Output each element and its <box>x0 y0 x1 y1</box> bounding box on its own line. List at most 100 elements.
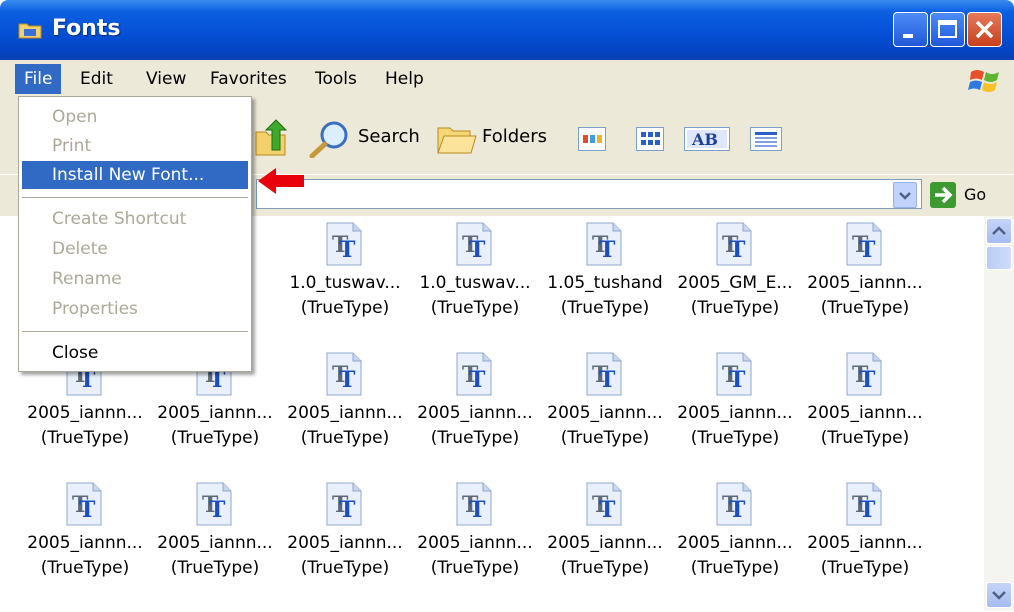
file-name: 2005_iannn... <box>287 403 403 423</box>
maximize-icon <box>938 20 957 38</box>
font-glyph: T <box>469 367 486 393</box>
file-item[interactable]: T T 2005_iannn... (TrueType) <box>670 476 800 602</box>
scroll-up-button[interactable] <box>986 218 1012 244</box>
menu-view[interactable]: View <box>137 64 195 94</box>
truetype-font-icon: TT <box>716 352 752 396</box>
go-arrow-icon <box>930 182 956 208</box>
menu-file[interactable]: File <box>15 64 62 94</box>
file-type: (TrueType) <box>300 558 390 578</box>
view-fonts-by-similarity-button[interactable]: AB <box>684 127 730 151</box>
menu-item-print[interactable]: Print <box>22 132 248 160</box>
menu-bar: File Edit View Favorites Tools Help <box>0 60 1014 101</box>
file-name: 2005_iannn... <box>157 533 273 553</box>
go-label: Go <box>964 185 987 204</box>
menu-tools[interactable]: Tools <box>306 64 366 94</box>
menu-favorites[interactable]: Favorites <box>201 64 296 94</box>
truetype-font-icon: TT <box>586 222 622 266</box>
file-item[interactable]: T T 2005_GM_E... (TrueType) <box>670 216 800 342</box>
file-item[interactable]: T T 2005_iannn... (TrueType) <box>800 476 930 602</box>
font-glyph: T <box>599 367 616 393</box>
vertical-scrollbar[interactable] <box>984 216 1014 610</box>
menu-item-rename[interactable]: Rename <box>22 265 248 293</box>
file-item[interactable]: T T 2005_iannn... (TrueType) <box>410 346 540 472</box>
scroll-thumb[interactable] <box>986 246 1012 270</box>
menu-item-delete[interactable]: Delete <box>22 235 248 263</box>
folders-icon <box>437 127 477 154</box>
font-glyph: T <box>339 367 356 393</box>
menu-item-open[interactable]: Open <box>22 103 248 131</box>
maximize-button[interactable] <box>930 12 965 47</box>
folder-icon <box>18 23 42 39</box>
scroll-down-button[interactable] <box>986 582 1012 608</box>
windows-logo-icon <box>968 70 999 92</box>
view-filmstrip-button[interactable] <box>578 127 606 151</box>
file-name: 2005_iannn... <box>417 403 533 423</box>
minimize-button[interactable] <box>893 12 928 47</box>
file-type: (TrueType) <box>560 298 650 318</box>
view-details-button[interactable] <box>750 127 782 151</box>
file-name: 2005_iannn... <box>547 533 663 553</box>
close-icon <box>975 20 994 39</box>
view-tiles-button[interactable] <box>636 127 664 151</box>
address-field[interactable] <box>256 179 922 209</box>
file-item[interactable]: T T 2005_iannn... (TrueType) <box>540 476 670 602</box>
file-menu-dropdown: Open Print Install New Font... Create Sh… <box>18 96 252 372</box>
file-item[interactable]: T T 2005_iannn... (TrueType) <box>800 346 930 472</box>
font-glyph: T <box>599 497 616 523</box>
font-glyph: T <box>599 237 616 263</box>
menu-item-install-new-font[interactable]: Install New Font... <box>22 161 248 189</box>
title-bar[interactable]: Fonts <box>0 0 1014 60</box>
font-glyph: T <box>729 497 746 523</box>
truetype-font-icon: TT <box>456 352 492 396</box>
file-name: 2005_iannn... <box>807 273 923 293</box>
menu-item-close[interactable]: Close <box>22 339 248 367</box>
menu-help[interactable]: Help <box>376 64 433 94</box>
truetype-font-icon: TT <box>196 482 232 526</box>
details-icon <box>755 132 777 147</box>
file-name: 2005_iannn... <box>157 403 273 423</box>
file-name: 2005_GM_E... <box>677 273 793 293</box>
font-sample-icon: AB <box>687 130 727 149</box>
file-item[interactable]: T T 2005_iannn... (TrueType) <box>20 476 150 602</box>
file-item[interactable]: T T 2005_iannn... (TrueType) <box>800 216 930 342</box>
file-type: (TrueType) <box>430 428 520 448</box>
close-button[interactable] <box>967 12 1002 47</box>
truetype-font-icon: TT <box>326 482 362 526</box>
file-type: (TrueType) <box>170 428 260 448</box>
chevron-down-icon <box>899 192 911 200</box>
file-item[interactable]: T T 2005_iannn... (TrueType) <box>670 346 800 472</box>
file-item[interactable]: T T 1.0_tuswav... (TrueType) <box>410 216 540 342</box>
address-dropdown-button[interactable] <box>893 182 917 208</box>
font-glyph: T <box>729 237 746 263</box>
filmstrip-icon <box>583 135 602 143</box>
file-item[interactable]: T T 2005_iannn... (TrueType) <box>540 346 670 472</box>
file-item[interactable]: T T 2005_iannn... (TrueType) <box>280 346 410 472</box>
font-glyph: T <box>729 367 746 393</box>
file-item[interactable]: T T 1.0_tuswav... (TrueType) <box>280 216 410 342</box>
file-type: (TrueType) <box>690 298 780 318</box>
chevron-down-icon <box>992 591 1006 600</box>
file-name: 2005_iannn... <box>27 533 143 553</box>
file-type: (TrueType) <box>690 428 780 448</box>
file-type: (TrueType) <box>40 558 130 578</box>
file-type: (TrueType) <box>170 558 260 578</box>
file-item[interactable]: T T 1.05_tushand (TrueType) <box>540 216 670 342</box>
svg-text:AB: AB <box>691 130 718 149</box>
file-type: (TrueType) <box>300 428 390 448</box>
annotation-arrow-icon <box>258 168 304 194</box>
font-glyph: T <box>859 367 876 393</box>
tiles-icon <box>641 132 660 145</box>
menu-edit[interactable]: Edit <box>71 64 122 94</box>
menu-item-properties[interactable]: Properties <box>22 295 248 323</box>
truetype-font-icon: TT <box>846 222 882 266</box>
file-type: (TrueType) <box>820 428 910 448</box>
file-item[interactable]: T T 2005_iannn... (TrueType) <box>410 476 540 602</box>
file-item[interactable]: T T 2005_iannn... (TrueType) <box>150 476 280 602</box>
up-folder-icon[interactable] <box>254 118 288 158</box>
file-item[interactable]: T T 2005_iannn... (TrueType) <box>280 476 410 602</box>
file-name: 1.05_tushand <box>547 273 663 293</box>
file-type: (TrueType) <box>430 558 520 578</box>
file-type: (TrueType) <box>560 428 650 448</box>
menu-item-create-shortcut[interactable]: Create Shortcut <box>22 205 248 233</box>
truetype-font-icon: TT <box>456 222 492 266</box>
